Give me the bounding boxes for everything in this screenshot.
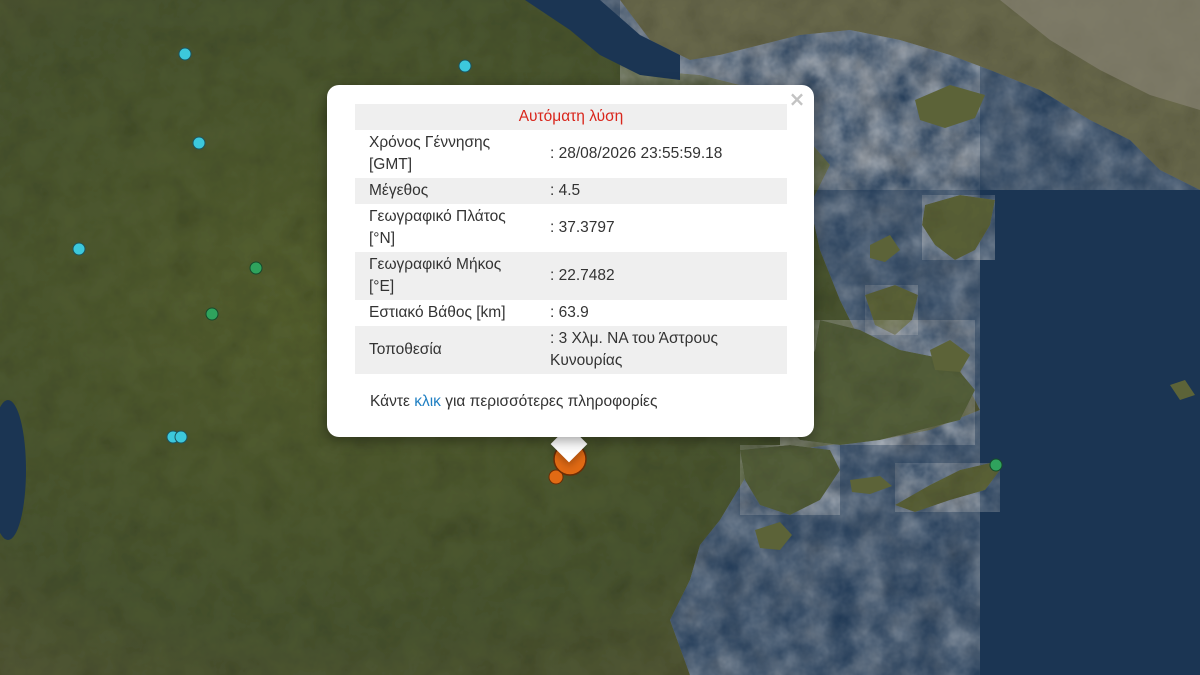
table-row: Μέγεθος : 4.5: [355, 178, 787, 204]
marker-cyan[interactable]: [192, 136, 206, 150]
table-row: Τοποθεσία : 3 Χλμ. ΝΑ του Άστρους Κυνουρ…: [355, 326, 787, 374]
footer-text-post: για περισσότερες πληροφορίες: [440, 393, 658, 410]
earthquake-info-popup: × Αυτόματη λύση Χρόνος Γέννησης [GMT] : …: [327, 85, 814, 437]
row-value: : 63.9: [550, 304, 589, 321]
table-row: Γεωγραφικό Πλάτος [°N] : 37.3797: [355, 204, 787, 252]
row-value: : 3 Χλμ. ΝΑ του Άστρους Κυνουρίας: [538, 326, 787, 374]
marker-cyan[interactable]: [174, 430, 188, 444]
marker-green[interactable]: [205, 307, 219, 321]
marker-cyan[interactable]: [72, 242, 86, 256]
table-row: Χρόνος Γέννησης [GMT] : 28/08/2026 23:55…: [355, 130, 787, 178]
row-key: Χρόνος Γέννησης [GMT]: [369, 134, 491, 173]
more-info-line: Κάντε κλικ για περισσότερες πληροφορίες: [370, 393, 657, 411]
info-table: Αυτόματη λύση Χρόνος Γέννησης [GMT] : 28…: [355, 104, 787, 374]
row-key: Εστιακό Βάθος [km]: [369, 304, 506, 321]
row-value: : 37.3797: [550, 219, 615, 236]
marker-cyan[interactable]: [178, 47, 192, 61]
marker-green[interactable]: [249, 261, 263, 275]
row-key: Μέγεθος: [355, 178, 538, 204]
table-title-row: Αυτόματη λύση: [355, 104, 787, 130]
row-key: Γεωγραφικό Μήκος [°E]: [355, 252, 538, 300]
popup-title: Αυτόματη λύση: [355, 104, 787, 130]
table-row: Γεωγραφικό Μήκος [°E] : 22.7482: [355, 252, 787, 300]
row-value: : 22.7482: [538, 252, 787, 300]
marker-cyan[interactable]: [458, 59, 472, 73]
footer-text-pre: Κάντε: [370, 393, 415, 410]
more-info-link[interactable]: κλικ: [414, 393, 441, 410]
table-row: Εστιακό Βάθος [km] : 63.9: [355, 300, 787, 326]
row-value: : 4.5: [538, 178, 787, 204]
close-icon[interactable]: ×: [788, 89, 806, 109]
row-key: Τοποθεσία: [355, 326, 538, 374]
marker-green[interactable]: [989, 458, 1003, 472]
row-key: Γεωγραφικό Πλάτος [°N]: [369, 208, 506, 247]
row-value: : 28/08/2026 23:55:59.18: [550, 145, 723, 162]
